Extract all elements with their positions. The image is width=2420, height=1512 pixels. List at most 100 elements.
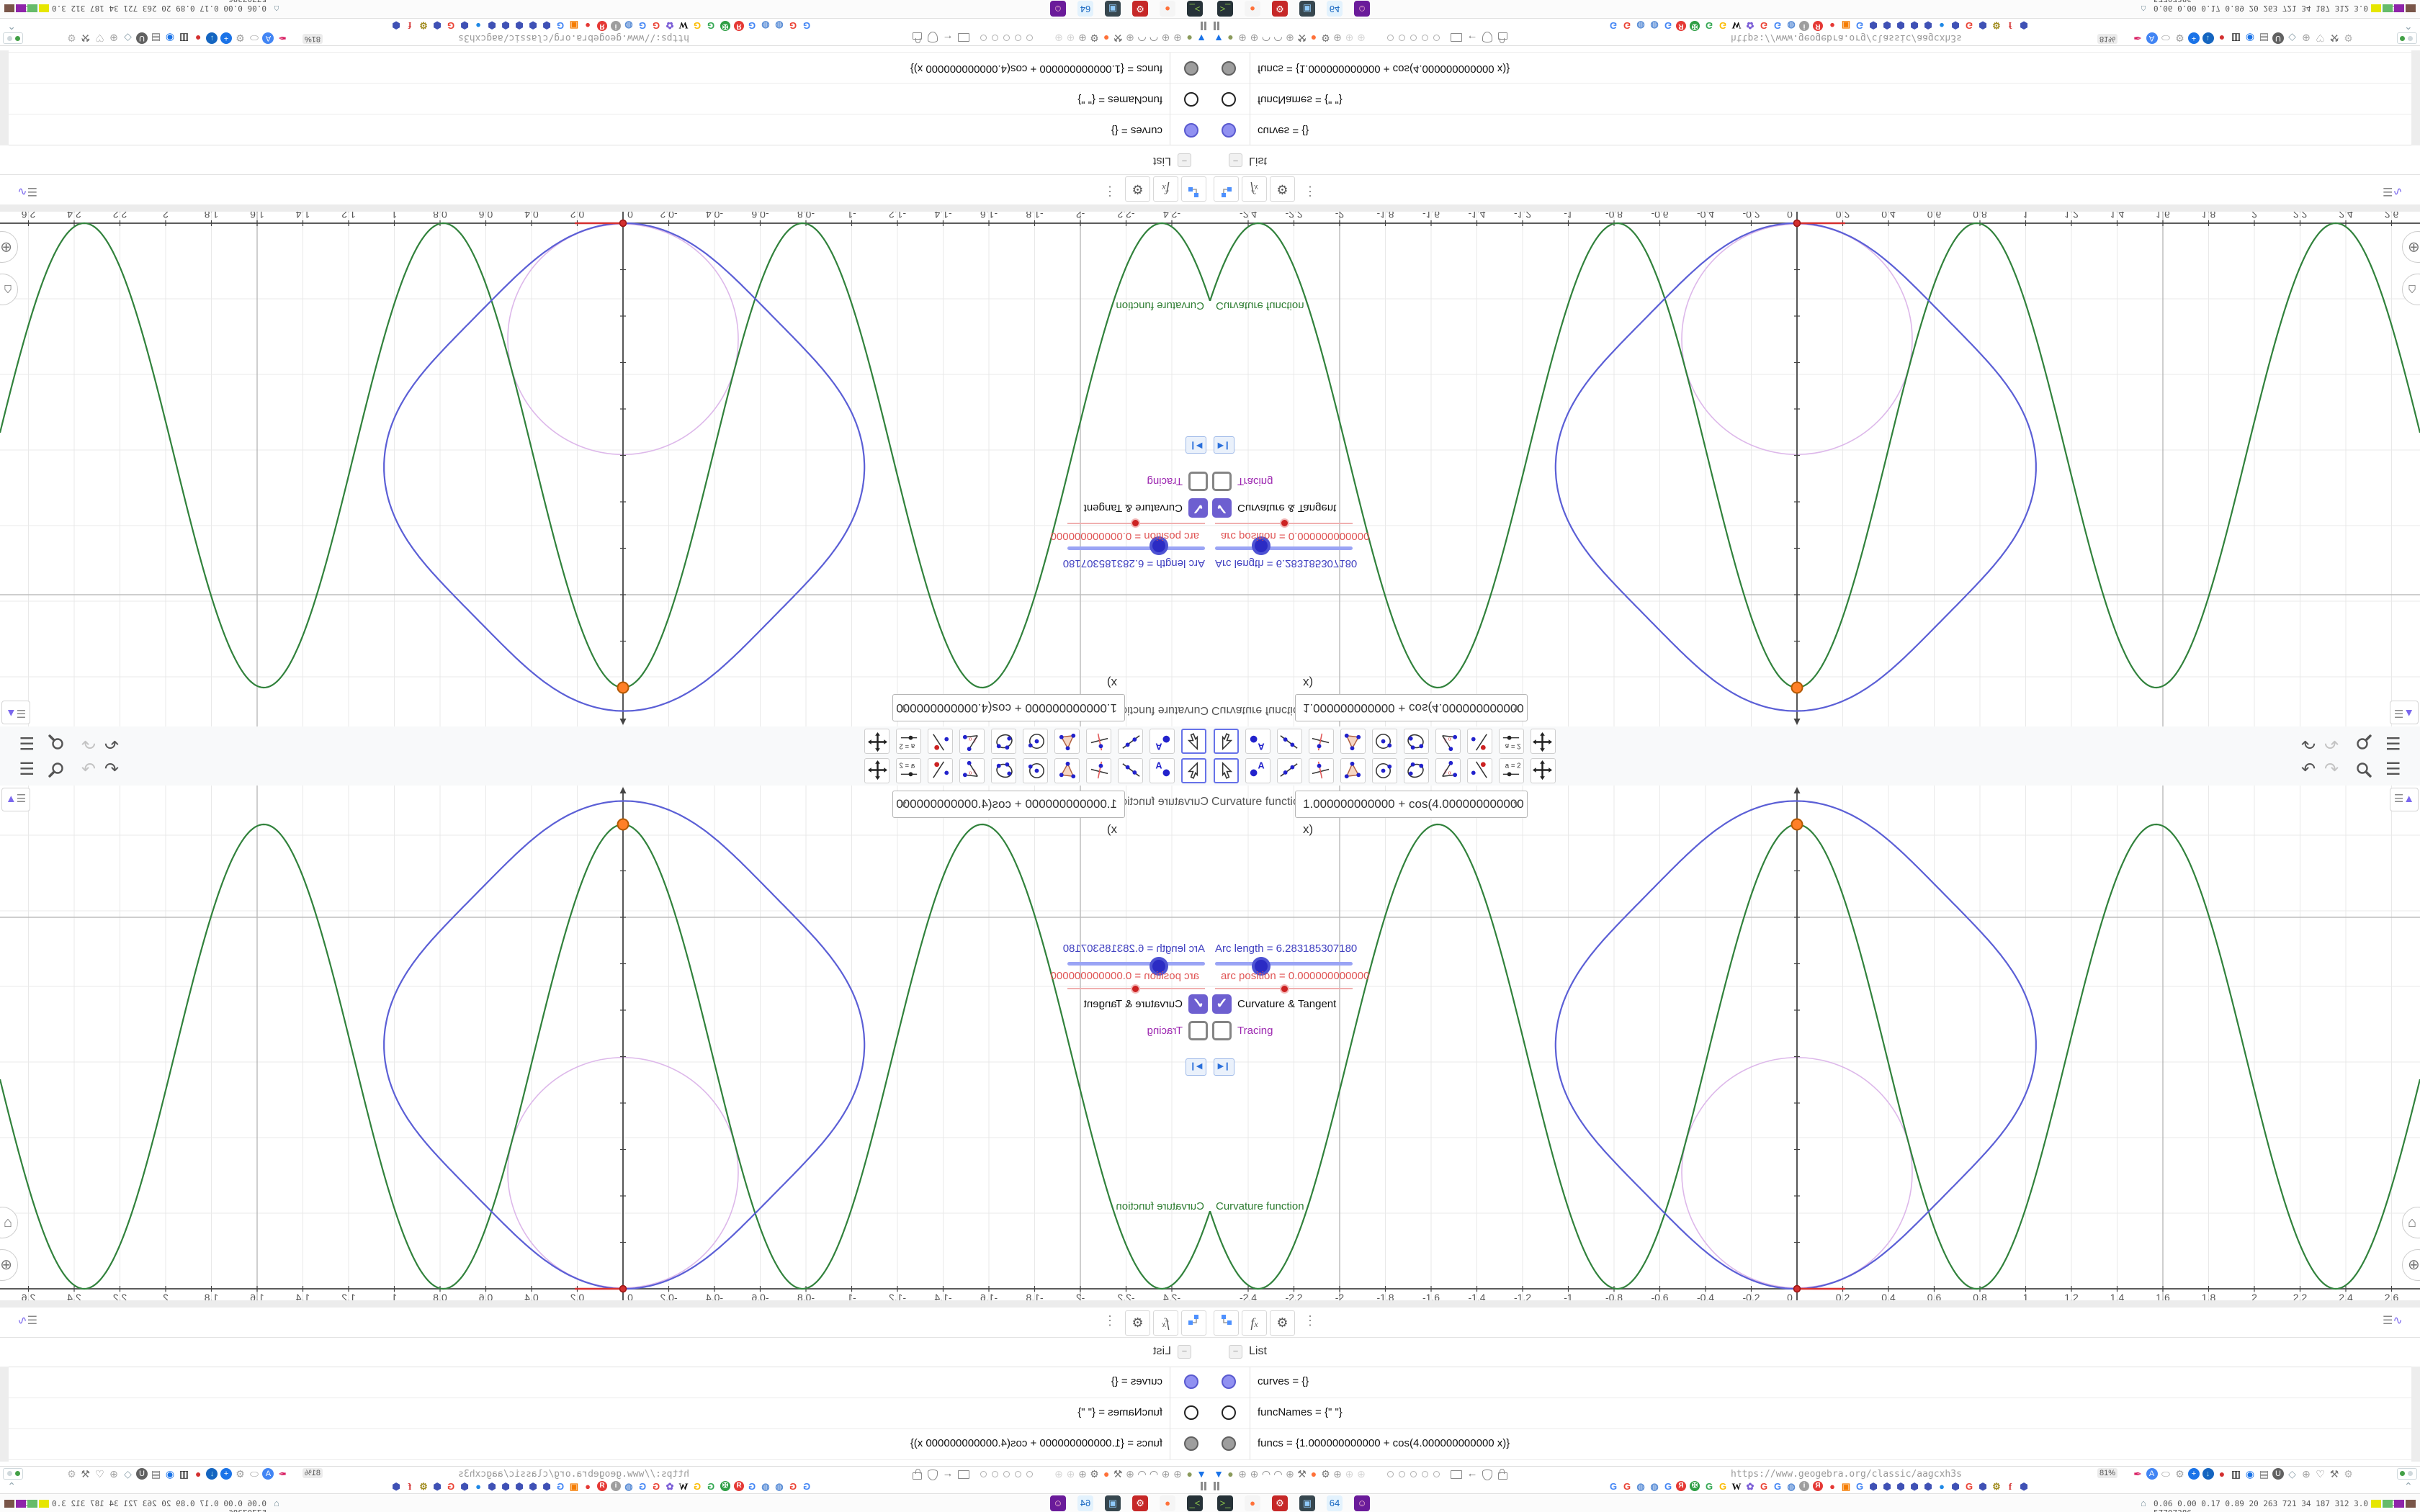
favicon[interactable]: ⬢ <box>1868 1481 1879 1493</box>
tool-conic-five-points[interactable] <box>991 729 1016 754</box>
favicon[interactable]: ✿ <box>664 1481 676 1493</box>
tab-dot[interactable] <box>1410 35 1417 41</box>
list-header[interactable]: − List <box>0 145 1210 174</box>
favicon[interactable]: ⚙ <box>418 1481 429 1493</box>
collapse-icon[interactable]: − <box>1229 153 1242 167</box>
favicon[interactable]: G <box>1758 1481 1770 1493</box>
gear-icon[interactable]: ⚙ <box>1125 176 1150 202</box>
favicon[interactable]: f <box>2004 1481 2016 1493</box>
favicon[interactable]: G <box>787 19 799 31</box>
globe-icon[interactable]: ⊕ <box>1172 1468 1183 1480</box>
plot-canvas[interactable]: -2.4 -2.2 -2 -1.8 -1.6 -1.4 -1.2 -1 -0.8 -0.6 -0.4… <box>1210 786 2420 1300</box>
translate-icon[interactable]: A <box>2146 32 2158 44</box>
chevron-down-icon[interactable]: ▼ <box>1512 791 1521 816</box>
algebra-expression[interactable]: funcs = {1.000000000000 + cos(4.00000000… <box>1258 1437 1510 1449</box>
kebab-icon[interactable]: ⋮ <box>1304 184 1317 199</box>
favicon[interactable]: ⬢ <box>1881 1481 1893 1493</box>
globe-icon[interactable]: ⊕ <box>1237 32 1248 44</box>
tool-polygon[interactable] <box>1340 729 1366 754</box>
search-icon[interactable] <box>2355 761 2372 782</box>
chevron-up-icon[interactable]: ⌃ <box>7 19 16 32</box>
taskbar-app-firefox[interactable]: ● <box>1245 1 1260 17</box>
globe-faded-icon[interactable]: ⊕ <box>1065 32 1077 44</box>
gear-outline-icon[interactable]: ⚙ <box>2343 32 2354 44</box>
mouse-oval-icon[interactable]: ⬭ <box>248 32 260 44</box>
tool-line[interactable] <box>1118 729 1143 754</box>
favicon[interactable]: G <box>445 19 457 31</box>
chevron-up-icon[interactable]: ⌃ <box>2404 19 2413 32</box>
favicon[interactable]: ⬢ <box>1909 19 1920 31</box>
list-header[interactable]: − List <box>1210 1338 2420 1367</box>
translate-icon[interactable]: A <box>262 1468 274 1480</box>
globe-color-icon[interactable]: ◉ <box>2244 1468 2256 1480</box>
algebra-expression[interactable]: curves = {} <box>1258 1375 1309 1387</box>
favicon[interactable]: ✠ <box>1690 21 1700 31</box>
tab-dot[interactable] <box>1387 1471 1394 1477</box>
wrench-icon[interactable]: ⚒ <box>80 32 91 44</box>
favicon[interactable]: G <box>746 1481 758 1493</box>
globe-icon[interactable]: ⊕ <box>1284 1468 1296 1480</box>
sort-function-icon[interactable]: ☰∿ <box>2383 1313 2403 1328</box>
favicon[interactable]: ◍ <box>1649 19 1660 31</box>
favicon[interactable]: ◍ <box>760 1481 771 1493</box>
archive-icon[interactable]: ▤ <box>2259 1468 2270 1480</box>
mouse-oval-icon[interactable]: ⬭ <box>2160 32 2172 44</box>
geogebra-pin-icon[interactable]: ▼ <box>1196 32 1207 44</box>
arc-icon[interactable]: ◠ <box>1260 32 1272 44</box>
tab-dot[interactable] <box>1410 1471 1417 1477</box>
globe-faded-icon[interactable]: ⊕ <box>1344 32 1355 44</box>
globe-icon[interactable]: ⊕ <box>1160 1468 1172 1480</box>
curvature-tangent-checkbox[interactable]: ✓ <box>1188 994 1208 1014</box>
tool-slider[interactable]: a = 2 <box>1499 729 1524 754</box>
arc-position-knob[interactable] <box>1131 518 1140 528</box>
add-circle-icon[interactable]: + <box>2188 1468 2200 1480</box>
tracing-checkbox[interactable] <box>1188 1021 1208 1040</box>
graphics-stylebar-toggle[interactable]: ☰▲ <box>1 788 30 811</box>
visibility-toggle[interactable] <box>1222 92 1236 107</box>
arc-length-slider[interactable] <box>1215 546 1353 550</box>
gear-icon[interactable]: ⚙ <box>1270 176 1295 202</box>
favicon[interactable]: G <box>787 1481 799 1493</box>
globe-icon[interactable]: ⊕ <box>1160 32 1172 44</box>
curvature-tangent-checkbox[interactable]: ✓ <box>1212 994 1232 1014</box>
gear-icon[interactable]: ⚙ <box>2174 32 2186 44</box>
tool-move[interactable] <box>1181 758 1206 783</box>
arc-icon[interactable]: ◠ <box>1148 32 1160 44</box>
kebab-icon[interactable]: ⋮ <box>1103 184 1116 199</box>
favicon[interactable]: f <box>2004 19 2016 31</box>
favicon[interactable]: ◍ <box>774 19 785 31</box>
tracing-checkbox[interactable] <box>1212 472 1232 491</box>
favicon[interactable]: ⬢ <box>431 1481 443 1493</box>
search-icon[interactable] <box>48 761 65 782</box>
search-icon[interactable] <box>2355 730 2372 751</box>
favicon[interactable]: ⬢ <box>514 1481 525 1493</box>
like-icon[interactable]: ♡ <box>2315 32 2326 44</box>
icf-red-icon[interactable]: ● <box>192 1468 204 1480</box>
tool-reflect-about-line[interactable] <box>928 758 953 783</box>
favicon[interactable]: ✿ <box>1744 19 1756 31</box>
tool-perpendicular-line[interactable] <box>1086 729 1111 754</box>
trash-icon[interactable]: ▥ <box>2231 32 2242 44</box>
add-circle-icon[interactable]: + <box>220 32 232 44</box>
add-circle-icon[interactable]: + <box>220 1468 232 1480</box>
favicon[interactable]: G <box>746 19 758 31</box>
tools-icon[interactable]: ⚒ <box>1296 32 1308 44</box>
arc-position-knob[interactable] <box>1131 984 1140 994</box>
favicon[interactable]: ⬢ <box>2018 1481 2030 1493</box>
visibility-toggle[interactable] <box>1222 1405 1236 1420</box>
tool-move-graphics-view[interactable] <box>1531 729 1556 754</box>
favicon[interactable]: ⬢ <box>1950 19 1961 31</box>
favicon[interactable]: ⬢ <box>500 1481 511 1493</box>
algebra-expression[interactable]: funcNames = {" "} <box>1077 1406 1162 1418</box>
taskbar-app-settings-red[interactable]: ⚙ <box>1132 1495 1148 1511</box>
tab-dot[interactable] <box>1433 1471 1440 1477</box>
favicon[interactable]: ⬢ <box>1895 1481 1906 1493</box>
favicon[interactable]: ⬢ <box>500 19 511 31</box>
favicon[interactable]: ● <box>1827 19 1838 31</box>
favicon[interactable]: ⬢ <box>1922 19 1934 31</box>
zoom-level-badge[interactable]: 81% <box>2097 34 2118 44</box>
mouse-oval-icon[interactable]: ⬭ <box>2160 1468 2172 1480</box>
tab-dot[interactable] <box>1422 35 1428 41</box>
algebra-expression[interactable]: funcNames = {" "} <box>1077 94 1162 106</box>
arc-icon[interactable]: ◠ <box>1260 1468 1272 1480</box>
